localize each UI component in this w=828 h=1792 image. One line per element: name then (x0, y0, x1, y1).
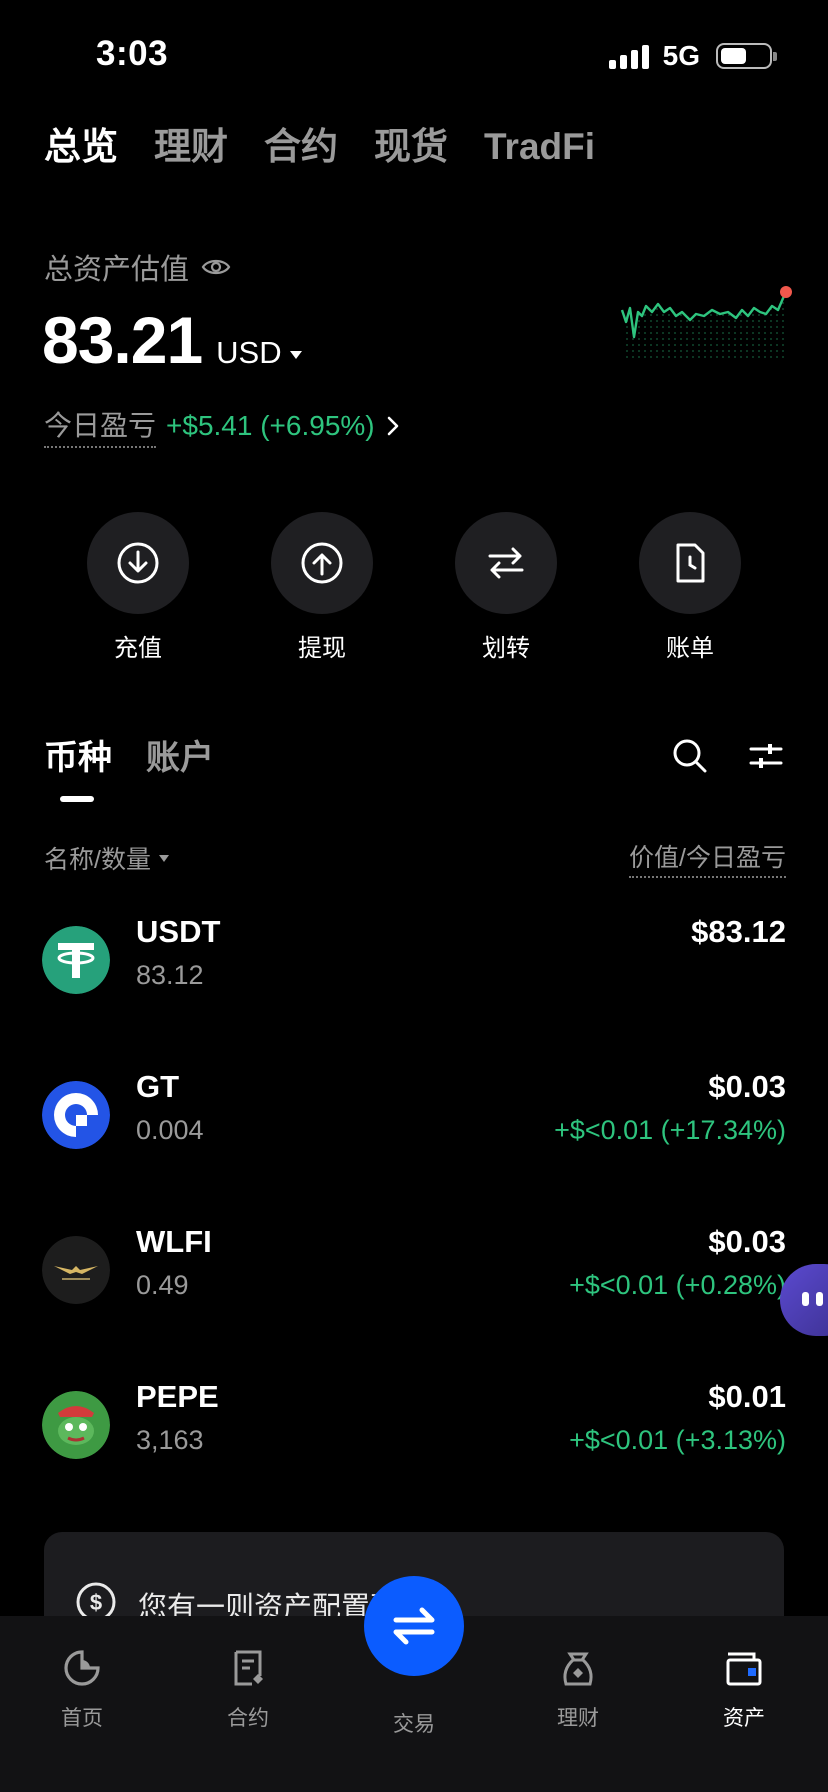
tab-earn[interactable]: 理财 (154, 124, 228, 170)
deposit-icon (87, 512, 189, 614)
list-item[interactable]: WLFI 0.49 $0.03 +$<0.01 (+0.28%) (42, 1224, 786, 1314)
caret-down-icon (289, 351, 302, 359)
gt-logo-icon (42, 1081, 110, 1149)
list-item[interactable]: USDT 83.12 $83.12 (42, 914, 786, 1004)
coin-value: $0.01 (708, 1379, 786, 1414)
coin-value: $83.12 (691, 914, 786, 949)
coin-quantity: 3,163 (136, 1425, 204, 1455)
coin-quantity: 83.12 (136, 960, 204, 990)
total-assets-value-row: 83.21 USD (42, 302, 302, 378)
wallet-icon (726, 1652, 762, 1686)
list-header: 名称/数量 价值/今日盈亏 (44, 838, 786, 878)
caret-down-icon (158, 854, 169, 862)
coin-pnl: +$<0.01 (+3.13%) (569, 1425, 786, 1455)
coin-value: $0.03 (708, 1224, 786, 1259)
bottom-nav: 首页 合约 交易 理财 资产 (0, 1576, 828, 1792)
assistant-bubble[interactable] (780, 1264, 828, 1336)
coin-name: GT (136, 1069, 180, 1104)
total-assets-label-row: 总资产估值 (44, 246, 231, 288)
coin-pnl: +$<0.01 (+0.28%) (569, 1270, 786, 1300)
wlfi-logo-icon (42, 1236, 110, 1304)
status-bar: 3:03 5G (0, 0, 828, 110)
usdt-logo-icon (42, 926, 110, 994)
bill-label: 账单 (666, 635, 714, 662)
currency-label: USD (216, 335, 282, 370)
battery-icon (716, 43, 777, 69)
transfer-label: 划转 (482, 635, 530, 662)
status-time: 3:03 (96, 34, 169, 73)
value-pnl-header[interactable]: 价值/今日盈亏 (629, 838, 786, 878)
nav-earn[interactable]: 理财 (518, 1648, 638, 1732)
today-pnl-label: 今日盈亏 (44, 404, 157, 448)
tab-futures[interactable]: 合约 (264, 124, 338, 170)
tab-coins[interactable]: 币种 (44, 730, 112, 779)
list-item[interactable]: GT 0.004 $0.03 +$<0.01 (+17.34%) (42, 1069, 786, 1159)
bill-icon (639, 512, 741, 614)
transfer-button[interactable]: 划转 (454, 512, 558, 663)
trade-button[interactable] (364, 1576, 464, 1676)
bill-button[interactable]: 账单 (638, 512, 742, 663)
tab-tradfi[interactable]: TradFi (484, 124, 595, 170)
assistant-eye (816, 1292, 823, 1306)
quick-actions: 充值 提现 划转 账单 (86, 512, 742, 663)
earn-icon (563, 1652, 593, 1686)
top-tabs: 总览 理财 合约 现货 TradFi (44, 124, 595, 170)
nav-home-label: 首页 (61, 1707, 103, 1730)
status-indicators: 5G (608, 40, 777, 72)
home-icon (64, 1650, 100, 1686)
coin-name: USDT (136, 914, 221, 949)
coin-name: WLFI (136, 1224, 212, 1259)
tab-spot[interactable]: 现货 (374, 124, 448, 170)
nav-earn-label: 理财 (557, 1707, 599, 1730)
coin-name: PEPE (136, 1379, 219, 1414)
sort-by-name[interactable]: 名称/数量 (44, 840, 169, 876)
nav-assets-label: 资产 (723, 1707, 765, 1730)
assets-sparkline (620, 286, 792, 362)
withdraw-icon (271, 512, 373, 614)
tab-overview[interactable]: 总览 (44, 124, 118, 170)
total-assets-label: 总资产估值 (44, 254, 190, 286)
svg-text:$: $ (90, 1590, 102, 1615)
nav-assets[interactable]: 资产 (684, 1648, 804, 1732)
assistant-eye (802, 1292, 809, 1306)
futures-icon (234, 1650, 263, 1686)
nav-futures-label: 合约 (227, 1707, 269, 1730)
list-item[interactable]: PEPE 3,163 $0.01 +$<0.01 (+3.13%) (42, 1379, 786, 1469)
deposit-label: 充值 (114, 635, 162, 662)
search-icon[interactable] (672, 738, 708, 774)
currency-selector[interactable]: USD (216, 335, 302, 371)
assets-page: 3:03 5G 总览 理财 合约 现货 TradFi 总资产估值 83.21 U… (0, 0, 828, 1792)
coin-pnl: +$<0.01 (+17.34%) (554, 1115, 786, 1145)
sparkline-endpoint (780, 286, 792, 298)
nav-trade-label: 交易 (393, 1713, 435, 1736)
pepe-logo-icon (42, 1391, 110, 1459)
coin-quantity: 0.004 (136, 1115, 204, 1145)
active-tab-indicator (60, 796, 94, 802)
filter-icon[interactable] (748, 738, 784, 774)
asset-section-tabs: 币种 账户 (44, 730, 214, 779)
tab-accounts[interactable]: 账户 (146, 730, 214, 779)
signal-icon (608, 43, 649, 69)
nav-futures[interactable]: 合约 (188, 1648, 308, 1732)
eye-icon[interactable] (201, 256, 231, 278)
nav-home[interactable]: 首页 (22, 1648, 142, 1732)
chevron-right-icon (385, 414, 401, 438)
today-pnl-row[interactable]: 今日盈亏 +$5.41 (+6.95%) (44, 404, 401, 448)
coin-value: $0.03 (708, 1069, 786, 1104)
sort-by-name-label: 名称/数量 (44, 846, 151, 874)
deposit-button[interactable]: 充值 (86, 512, 190, 663)
withdraw-button[interactable]: 提现 (270, 512, 374, 663)
swap-icon (393, 1607, 435, 1645)
network-type: 5G (662, 40, 700, 71)
today-pnl-value: +$5.41 (+6.95%) (166, 410, 375, 441)
withdraw-label: 提现 (298, 635, 346, 662)
total-assets-value: 83.21 (42, 303, 203, 377)
list-tools (672, 738, 784, 774)
transfer-icon (455, 512, 557, 614)
coin-quantity: 0.49 (136, 1270, 189, 1300)
